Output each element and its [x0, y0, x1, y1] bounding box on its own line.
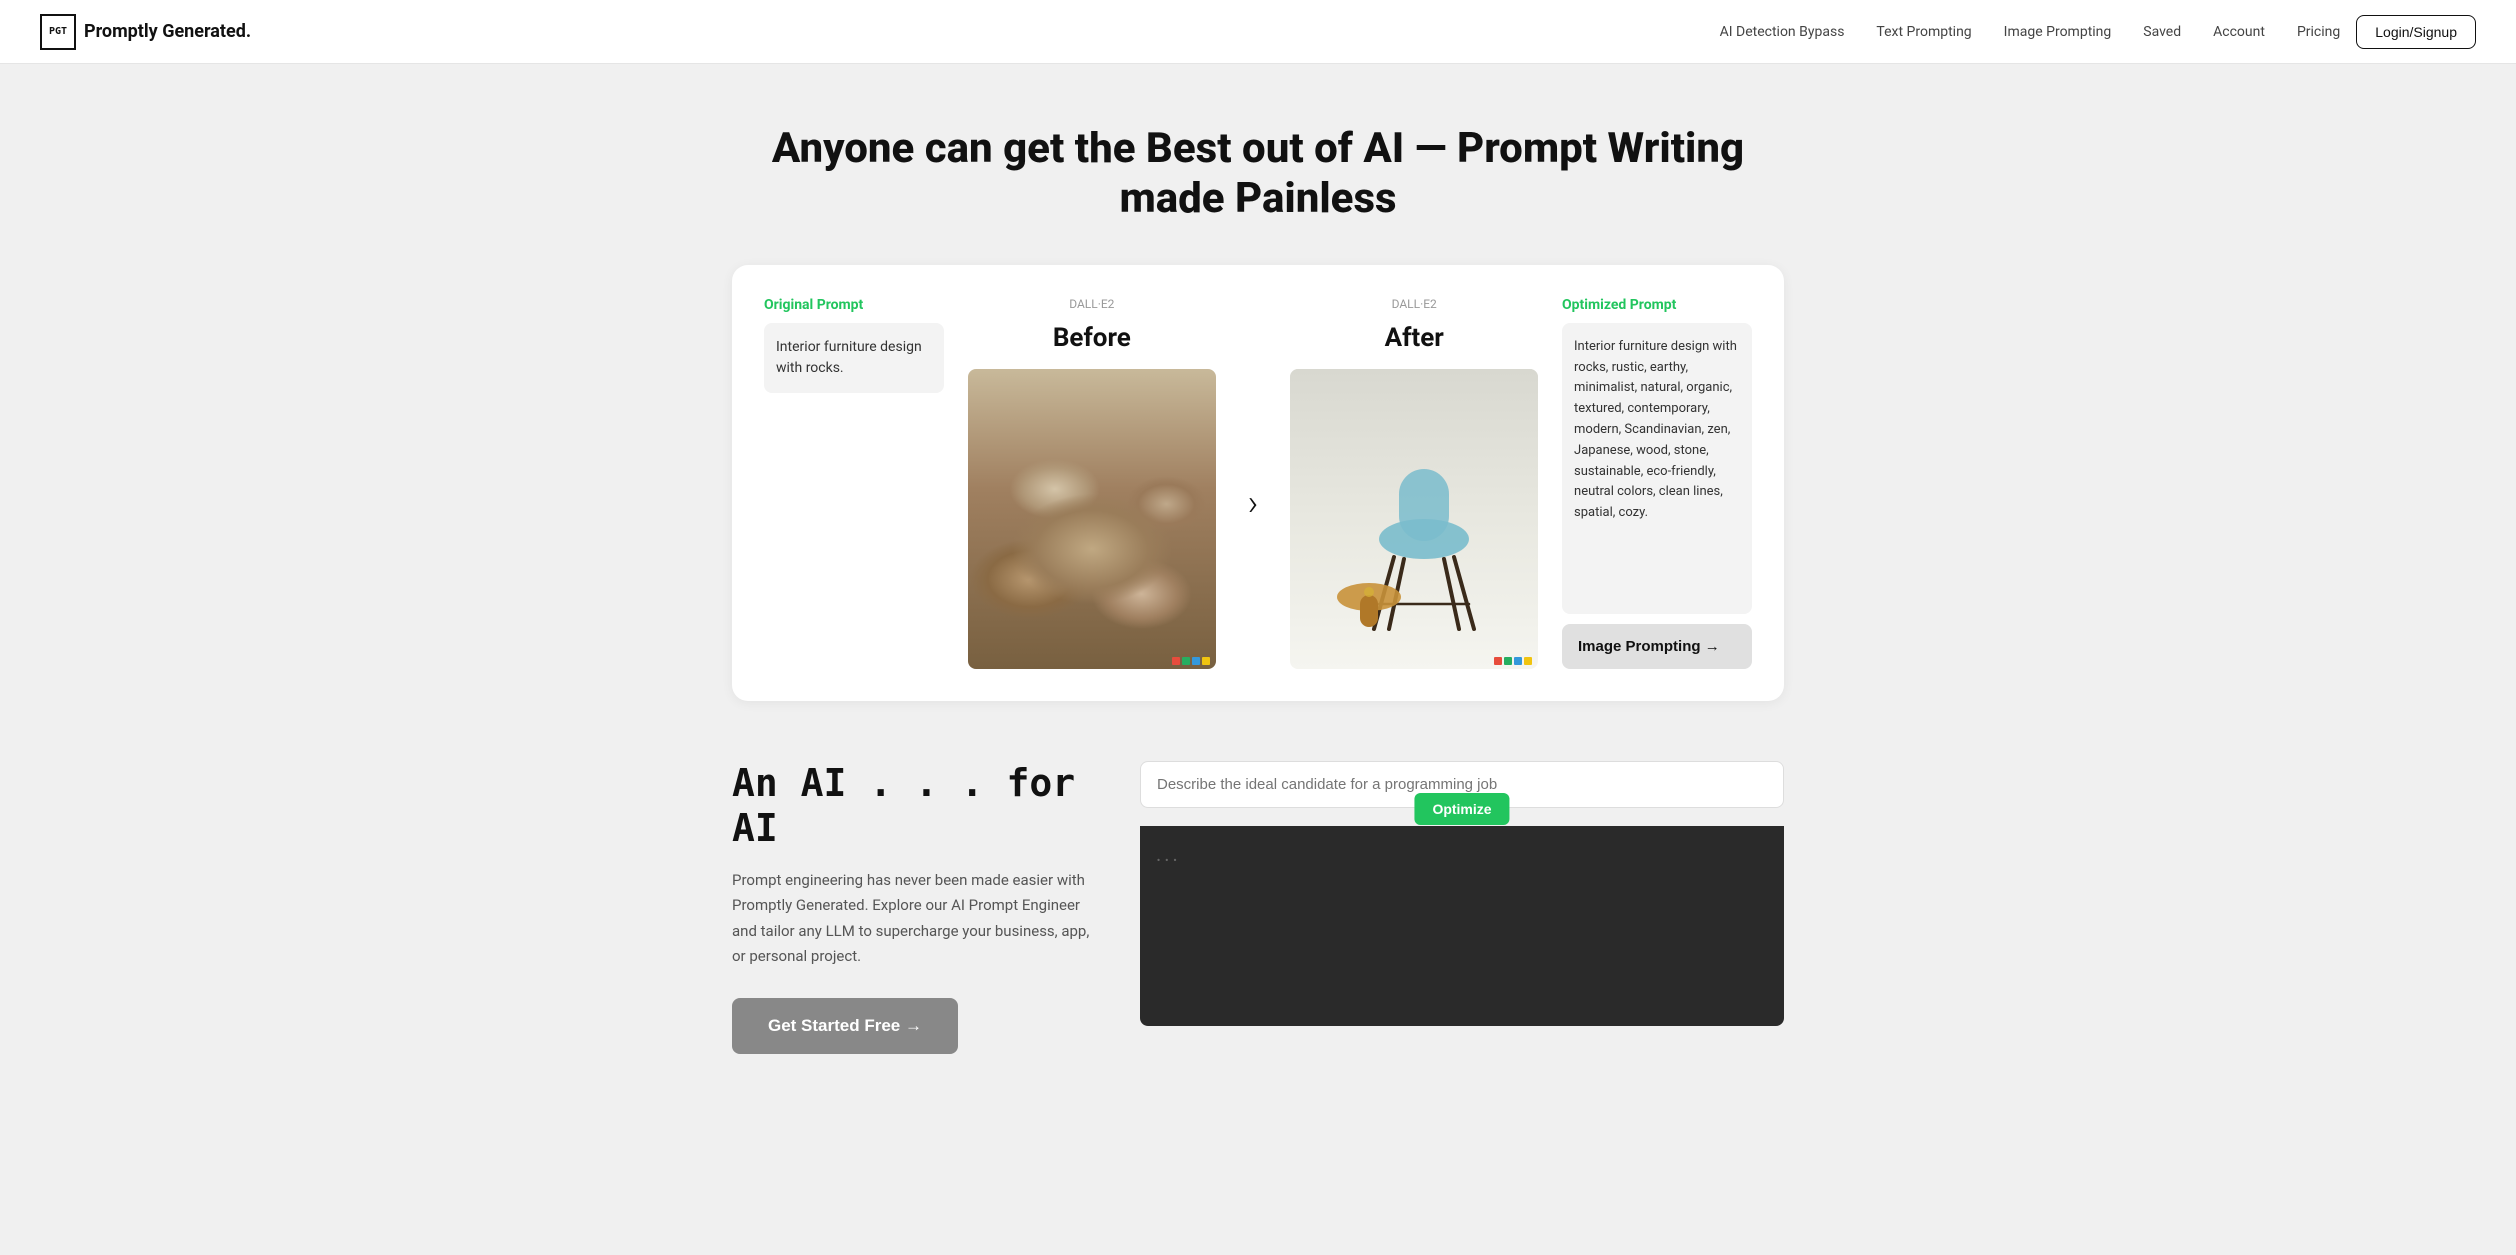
- nav-item-account: Account: [2213, 21, 2265, 41]
- chair-visual: [1290, 369, 1538, 669]
- nav-item-text-prompting: Text Prompting: [1876, 21, 1971, 41]
- main-content: Anyone can get the Best out of AI — Prom…: [708, 64, 1808, 1094]
- demo-input-row: Optimize: [1140, 761, 1784, 808]
- nav-links: AI Detection Bypass Text Prompting Image…: [1720, 21, 2341, 41]
- color-strip-before: [1172, 657, 1210, 665]
- optimized-prompt-panel: Optimized Prompt Interior furniture desi…: [1562, 297, 1752, 669]
- ai-description: Prompt engineering has never been made e…: [732, 868, 1092, 970]
- navbar: PGT Promptly Generated. AI Detection Byp…: [0, 0, 2516, 64]
- nav-link-ai-detection[interactable]: AI Detection Bypass: [1720, 24, 1845, 40]
- rocks-visual: [968, 369, 1216, 669]
- login-signup-button[interactable]: Login/Signup: [2356, 15, 2476, 49]
- nav-item-ai-detection: AI Detection Bypass: [1720, 21, 1845, 41]
- color-strip-after: [1494, 657, 1532, 665]
- brand-logo[interactable]: PGT Promptly Generated.: [40, 14, 251, 50]
- after-title: After: [1385, 323, 1444, 353]
- dalle-label-before: DALL·E2: [1069, 297, 1114, 311]
- get-started-button[interactable]: Get Started Free →: [732, 998, 958, 1054]
- comparison-card: Original Prompt Interior furniture desig…: [732, 265, 1784, 701]
- nav-link-pricing[interactable]: Pricing: [2297, 24, 2340, 40]
- nav-link-account[interactable]: Account: [2213, 24, 2265, 40]
- left-copy: An AI . . . for AI Prompt engineering ha…: [732, 761, 1092, 1054]
- optimize-button[interactable]: Optimize: [1414, 793, 1509, 825]
- arrow-icon: ›: [1240, 482, 1267, 524]
- brand-name: Promptly Generated.: [84, 21, 251, 42]
- nav-link-saved[interactable]: Saved: [2143, 24, 2181, 40]
- demo-output: ...: [1140, 826, 1784, 1026]
- nav-item-image-prompting: Image Prompting: [2004, 21, 2112, 41]
- after-image: [1290, 369, 1538, 669]
- demo-input[interactable]: [1157, 776, 1767, 793]
- hero-title: Anyone can get the Best out of AI — Prom…: [732, 124, 1784, 225]
- chair-svg: [1314, 419, 1514, 649]
- original-prompt-label: Original Prompt: [764, 297, 944, 313]
- optimized-prompt-text: Interior furniture design with rocks, ru…: [1562, 323, 1752, 614]
- right-demo: Optimize ...: [1140, 761, 1784, 1026]
- before-section: DALL·E2 Before: [968, 297, 1216, 669]
- logo-icon: PGT: [40, 14, 76, 50]
- nav-item-saved: Saved: [2143, 21, 2181, 41]
- before-image: [968, 369, 1216, 669]
- original-prompt-panel: Original Prompt Interior furniture desig…: [764, 297, 944, 669]
- logo-icon-text: PGT: [49, 26, 67, 37]
- before-title: Before: [1053, 323, 1131, 353]
- image-prompting-button[interactable]: Image Prompting →: [1562, 624, 1752, 669]
- nav-link-text-prompting[interactable]: Text Prompting: [1876, 24, 1971, 40]
- original-prompt-text: Interior furniture design with rocks.: [764, 323, 944, 393]
- demo-dots: ...: [1156, 842, 1181, 866]
- after-section: DALL·E2 After: [1290, 297, 1538, 669]
- ai-for-ai-title: An AI . . . for AI: [732, 761, 1092, 852]
- nav-item-pricing: Pricing: [2297, 21, 2340, 41]
- dalle-label-after: DALL·E2: [1392, 297, 1437, 311]
- nav-link-image-prompting[interactable]: Image Prompting: [2004, 24, 2112, 40]
- bottom-section: An AI . . . for AI Prompt engineering ha…: [732, 761, 1784, 1054]
- optimized-prompt-label: Optimized Prompt: [1562, 297, 1752, 313]
